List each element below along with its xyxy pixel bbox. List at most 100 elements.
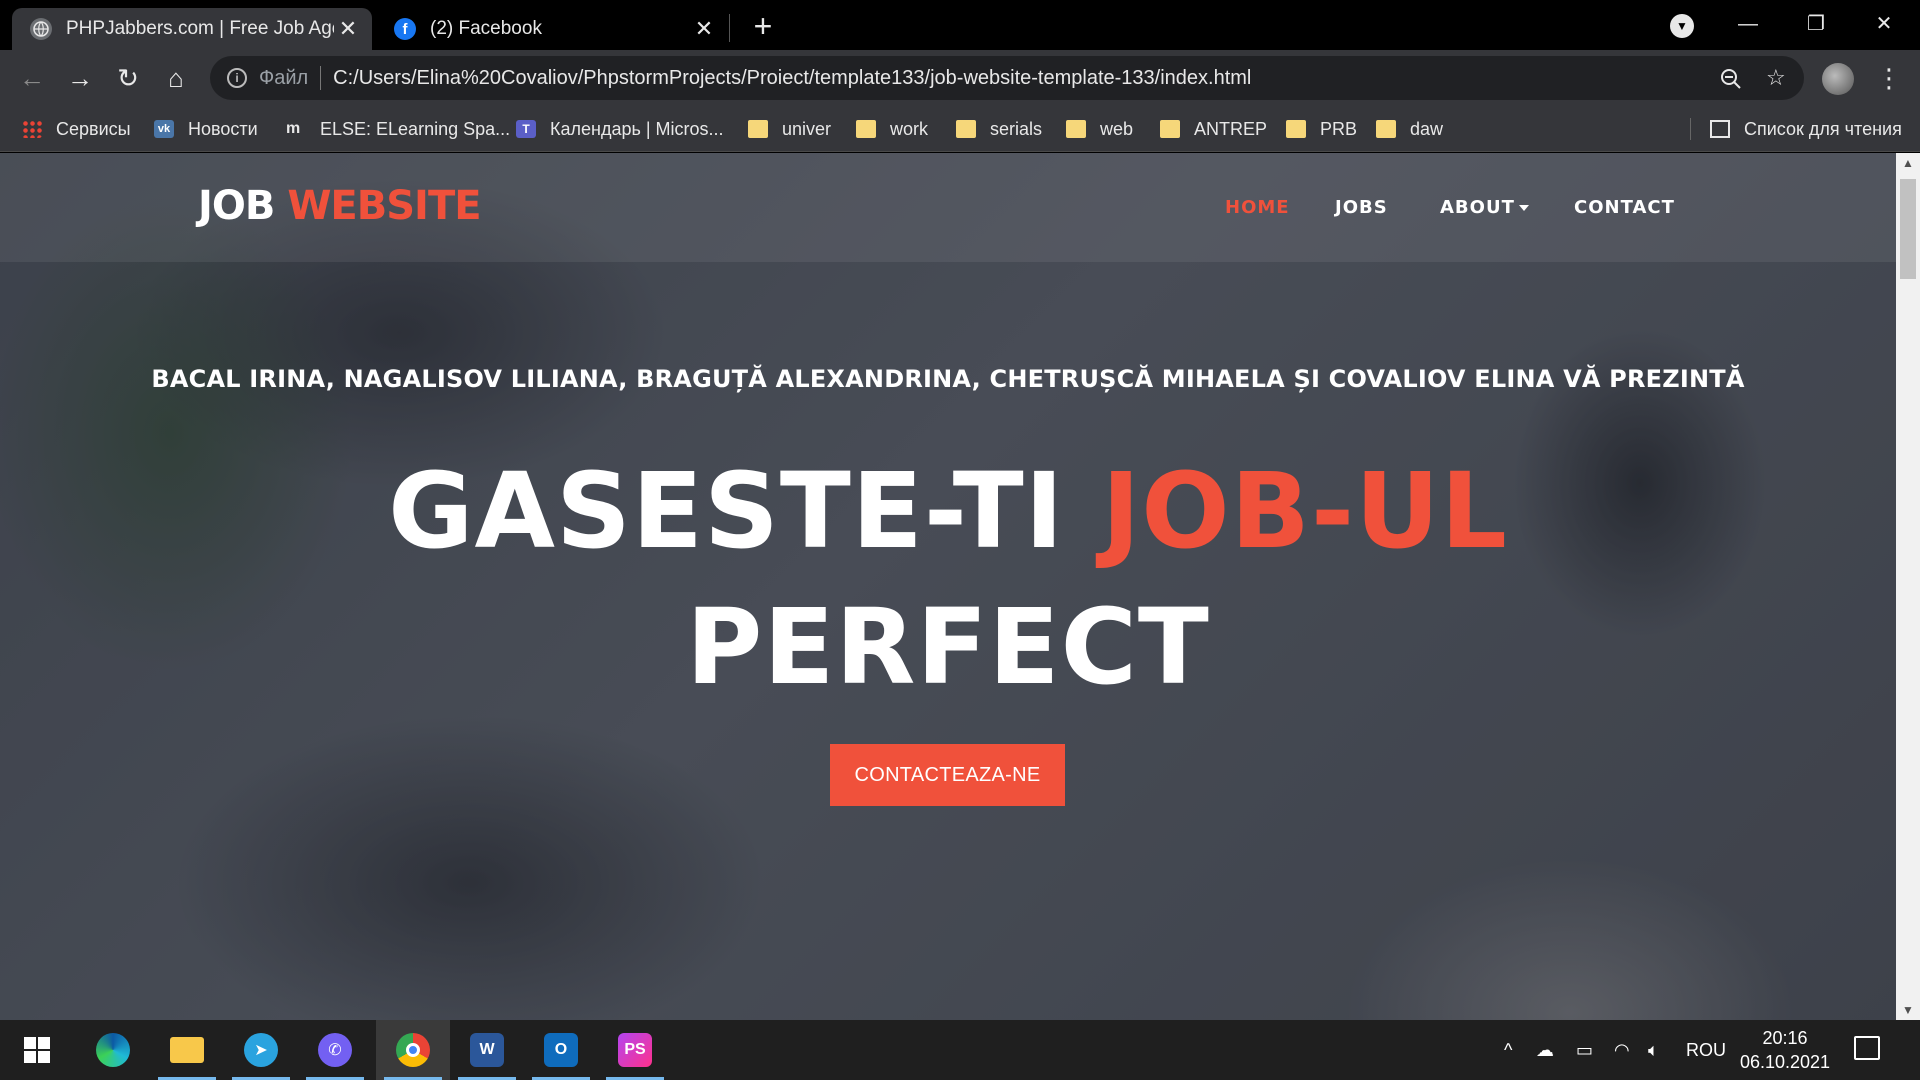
close-tab-icon[interactable]: ✕ [690, 16, 718, 42]
folder-icon [1066, 120, 1086, 138]
reload-button[interactable]: ↻ [110, 60, 146, 96]
page-viewport: JOB WEBSITE HOME JOBS ABOUT CONTACT BACA… [0, 153, 1896, 1020]
nav-about[interactable]: ABOUT [1440, 197, 1529, 218]
viber-icon[interactable]: ✆ [298, 1020, 372, 1080]
clock-time: 20:16 [1762, 1028, 1808, 1048]
word-icon[interactable]: W [450, 1020, 524, 1080]
reading-list-icon [1710, 120, 1730, 138]
restore-button[interactable]: ❐ [1786, 4, 1846, 44]
forward-button[interactable]: → [62, 60, 98, 96]
info-icon[interactable]: i [227, 68, 247, 88]
bookmark-folder-antrep[interactable]: ANTREP [1160, 106, 1267, 152]
tab-strip: PHPJabbers.com | Free Job Agency ✕ f (2)… [0, 0, 1920, 50]
back-button[interactable]: ← [14, 60, 50, 96]
bookmark-folder-work[interactable]: work [856, 106, 928, 152]
folder-icon [1160, 120, 1180, 138]
address-divider [320, 66, 322, 90]
hero-subtitle: BACAL IRINA, NAGALISOV LILIANA, BRAGUȚĂ … [151, 365, 1745, 393]
chrome-icon[interactable] [376, 1020, 450, 1080]
bookmark-label: serials [990, 118, 1043, 139]
scroll-up-icon[interactable]: ▲ [1896, 153, 1920, 173]
phpstorm-icon[interactable]: PS [598, 1020, 672, 1080]
system-clock[interactable]: 20:16 06.10.2021 [1730, 1026, 1840, 1074]
bookmark-folder-prb[interactable]: PRB [1286, 106, 1357, 152]
bookmark-label: work [890, 118, 929, 139]
logo-part-website: WEBSITE [287, 183, 481, 229]
bookmark-calendar[interactable]: T Календарь | Micros... [516, 106, 724, 152]
hero-headline: GASESTE-TI JOB-UL PERFECT [0, 443, 1896, 715]
bookmark-label: Новости [188, 118, 258, 139]
logo-part-job: JOB [198, 183, 275, 229]
reading-list-label: Список для чтения [1744, 118, 1902, 139]
profile-avatar[interactable] [1822, 63, 1854, 95]
nav-jobs[interactable]: JOBS [1335, 197, 1388, 218]
bookmark-label: univer [782, 118, 832, 139]
address-bar[interactable]: i Файл C:/Users/Elina%20Covaliov/Phpstor… [210, 56, 1804, 100]
bookmark-label: ELSE: ELearning Spa... [320, 118, 511, 139]
telegram-icon[interactable]: ➤ [224, 1020, 298, 1080]
language-indicator[interactable]: ROU [1686, 1020, 1726, 1080]
edge-icon[interactable] [76, 1020, 150, 1080]
bookmark-label: Календарь | Micros... [550, 118, 724, 139]
scroll-thumb[interactable] [1900, 179, 1916, 279]
windows-start-icon[interactable] [0, 1020, 74, 1080]
vk-icon: vk [154, 120, 174, 138]
bookmark-label: ANTREP [1194, 118, 1268, 139]
zoom-icon[interactable] [1720, 56, 1742, 100]
wifi-icon[interactable]: ◠ [1614, 1020, 1630, 1080]
show-hidden-icons[interactable]: ^ [1504, 1020, 1512, 1080]
headline-accent: JOB-UL [1101, 450, 1508, 572]
tab-divider [729, 14, 730, 42]
folder-icon [956, 120, 976, 138]
battery-icon[interactable]: ▭ [1576, 1020, 1593, 1080]
bookmark-news[interactable]: vk Новости [154, 106, 258, 152]
bookmark-label: Сервисы [56, 118, 131, 139]
page-scrollbar[interactable]: ▲ ▼ [1896, 153, 1920, 1020]
contact-us-button[interactable]: CONTACTEAZA-NE [830, 744, 1065, 806]
browser-toolbar: ← → ↻ ⌂ i Файл C:/Users/Elina%20Covaliov… [0, 50, 1920, 106]
nav-home[interactable]: HOME [1225, 197, 1290, 218]
scroll-down-icon[interactable]: ▼ [1896, 1000, 1920, 1020]
tab-facebook[interactable]: f (2) Facebook ✕ [376, 8, 728, 50]
tab-phpjabbers[interactable]: PHPJabbers.com | Free Job Agency ✕ [12, 8, 372, 50]
nav-about-label: ABOUT [1440, 197, 1515, 218]
outlook-icon[interactable]: O [524, 1020, 598, 1080]
windows-taskbar: ➤ ✆ W O PS ^ ☁ ▭ ◠ 🔈︎ ROU 20:16 06.10.20… [0, 1020, 1920, 1080]
folder-icon [1286, 120, 1306, 138]
nav-contact[interactable]: CONTACT [1574, 197, 1675, 218]
bookmark-label: PRB [1320, 118, 1358, 139]
folder-icon [748, 120, 768, 138]
close-tab-icon[interactable]: ✕ [334, 16, 362, 42]
site-logo[interactable]: JOB WEBSITE [198, 183, 482, 229]
bookmark-label: daw [1410, 118, 1444, 139]
onedrive-icon[interactable]: ☁ [1536, 1020, 1554, 1080]
tab-search-icon[interactable]: ▼ [1670, 14, 1694, 38]
tab-title: PHPJabbers.com | Free Job Agency [66, 18, 334, 39]
volume-muted-icon[interactable]: 🔈︎ [1648, 1020, 1659, 1080]
bookmark-folder-univer[interactable]: univer [748, 106, 831, 152]
folder-icon [856, 120, 876, 138]
home-button[interactable]: ⌂ [158, 60, 194, 96]
new-tab-button[interactable]: + [748, 8, 778, 44]
moodle-icon: m [286, 120, 301, 137]
bookmark-services[interactable]: Сервисы [22, 106, 131, 152]
apps-grid-icon [22, 120, 42, 138]
bookmark-star-icon[interactable]: ☆ [1766, 56, 1786, 100]
menu-dots-icon[interactable]: ⋮ [1876, 58, 1902, 98]
minimize-button[interactable]: — [1718, 4, 1778, 44]
reading-list-button[interactable]: Список для чтения [1710, 106, 1902, 152]
bookmark-else[interactable]: m ELSE: ELearning Spa... [286, 106, 510, 152]
teams-icon: T [516, 120, 536, 138]
file-explorer-icon[interactable] [150, 1020, 224, 1080]
bookmark-folder-daw[interactable]: daw [1376, 106, 1443, 152]
headline-part2: PERFECT [686, 586, 1210, 708]
bookmark-folder-web[interactable]: web [1066, 106, 1133, 152]
notifications-icon[interactable] [1854, 1036, 1880, 1060]
bookmark-folder-serials[interactable]: serials [956, 106, 1042, 152]
bookmark-label: web [1100, 118, 1134, 139]
headline-part1: GASESTE-TI [388, 450, 1065, 572]
scheme-label: Файл [259, 66, 309, 89]
bookmarks-divider [1690, 118, 1691, 140]
close-window-button[interactable]: ✕ [1854, 4, 1914, 44]
url-text[interactable]: C:/Users/Elina%20Covaliov/PhpstormProjec… [333, 67, 1251, 90]
